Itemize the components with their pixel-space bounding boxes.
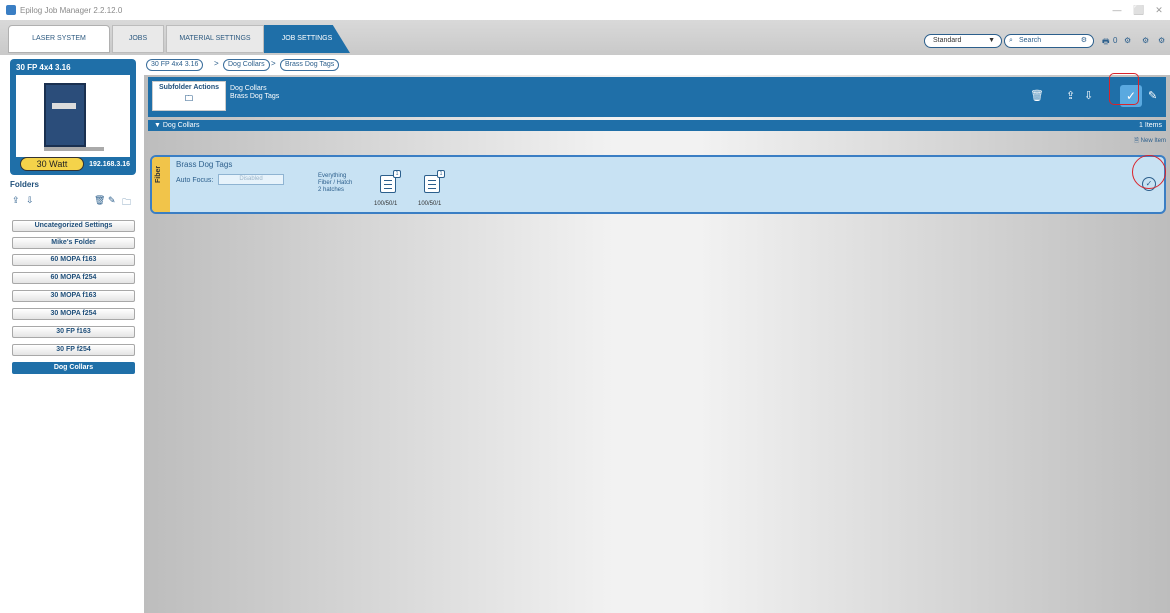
mode-select[interactable]: Standard ▼ (924, 34, 1002, 48)
folder-uncategorized[interactable]: Uncategorized Settings (12, 220, 135, 232)
settings-icon[interactable]: ⚙ (1124, 36, 1131, 45)
pass-number: 1 (393, 170, 401, 178)
breadcrumb-folder[interactable]: Dog Collars (223, 59, 270, 71)
wattage-badge: 30 Watt (20, 157, 84, 171)
hatch-pass-icon[interactable]: 1 (424, 170, 445, 193)
folder-dog-collars[interactable]: Dog Collars (12, 362, 135, 374)
breadcrumb-separator: > (214, 59, 219, 68)
machine-name: 30 FP 4x4 3.16 (16, 63, 71, 72)
auto-focus-label: Auto Focus: (176, 177, 214, 184)
queue-count: 0 (1113, 36, 1118, 45)
trash-icon[interactable]: 🗑 (94, 195, 105, 206)
tab-job-settings[interactable]: JOB SETTINGS (264, 25, 350, 53)
download-icon[interactable]: ⇩ (1084, 89, 1093, 102)
machine-ip: 192.168.3.16 (89, 161, 130, 168)
upload-icon[interactable]: ⇪ (12, 195, 20, 206)
mode-select-value: Standard (933, 37, 962, 44)
minimize-button[interactable]: — (1110, 3, 1124, 17)
edit-icon[interactable]: ✎ (1148, 89, 1157, 102)
sidebar: 30 FP 4x4 3.16 30 Watt ◉ 192.168.3.16 Fo… (0, 55, 144, 613)
edit-icon[interactable]: ✎ (108, 195, 116, 206)
folder-30-mopa-f163[interactable]: 30 MOPA f163 (12, 290, 135, 302)
auto-focus-field[interactable]: Disabled (218, 174, 284, 185)
current-item: Brass Dog Tags (230, 93, 280, 100)
action-bar: Subfolder Actions 🗀 Dog Collars Brass Do… (148, 77, 1166, 117)
current-folder: Dog Collars (230, 85, 267, 92)
setting-item-card[interactable]: Fiber Brass Dog Tags Auto Focus: Disable… (150, 155, 1166, 214)
chevron-down-icon: ▼ (988, 37, 995, 44)
subfolder-actions-button[interactable]: Subfolder Actions 🗀 (152, 81, 226, 111)
folder-30-fp-f254[interactable]: 30 FP f254 (12, 344, 135, 356)
camera-icon[interactable]: ◉ (108, 142, 122, 155)
folder-60-mopa-f163[interactable]: 60 MOPA f163 (12, 254, 135, 266)
machine-card[interactable]: 30 FP 4x4 3.16 30 Watt ◉ 192.168.3.16 (10, 59, 136, 175)
app-icon (6, 5, 16, 15)
close-button[interactable]: ✕ (1152, 3, 1166, 17)
laser-machine-icon (44, 83, 104, 151)
printer-icon[interactable]: 🖶 (1102, 36, 1110, 50)
highlight-ring (1132, 155, 1166, 189)
process-type-label: Fiber (155, 165, 162, 183)
hatch-pass-icon[interactable]: 1 (380, 170, 401, 193)
pass-value: 100/50/1 (374, 201, 398, 207)
folder-mikes[interactable]: Mike's Folder (12, 237, 135, 249)
tab-laser-system[interactable]: LASER SYSTEM (8, 25, 110, 53)
breadcrumb-separator: > (271, 59, 276, 68)
process-summary: Everything Fiber / Hatch 2 hatches (318, 173, 352, 194)
new-item-label: New Item (1140, 138, 1166, 144)
subfolder-actions-label: Subfolder Actions (158, 84, 220, 91)
group-item-count: 1 Items (1139, 122, 1162, 129)
process-type-tag: Fiber (152, 157, 170, 212)
tab-bar: LASER SYSTEM JOBS MATERIAL SETTINGS JOB … (0, 20, 1170, 55)
breadcrumb-machine[interactable]: 30 FP 4x4 3.16 (146, 59, 204, 71)
search-placeholder: Search (1019, 37, 1042, 44)
folder-60-mopa-f254[interactable]: 60 MOPA f254 (12, 272, 135, 284)
search-icon: ⌕ (1009, 37, 1013, 44)
breadcrumb-item[interactable]: Brass Dog Tags (280, 59, 340, 71)
tab-jobs[interactable]: JOBS (112, 25, 164, 53)
search-input[interactable]: ⌕ Search ⚙ (1004, 34, 1094, 48)
upload-icon[interactable]: ⇪ (1066, 89, 1075, 102)
maximize-button[interactable]: ⬜ (1132, 3, 1146, 17)
item-title: Brass Dog Tags (176, 160, 233, 169)
search-options-icon[interactable]: ⚙ (1081, 35, 1087, 47)
folder-icon: 🗀 (185, 94, 193, 103)
new-item-button[interactable]: 🗎 New Item (1134, 136, 1166, 146)
window-title: Epilog Job Manager 2.2.12.0 (20, 5, 123, 15)
help-icon[interactable]: ⚙ (1158, 36, 1165, 45)
breadcrumb: 30 FP 4x4 3.16 > Dog Collars > Brass Dog… (144, 55, 1170, 75)
process-hatches: 2 hatches (318, 187, 345, 193)
process-scope: Everything (318, 173, 347, 179)
group-header[interactable]: ▼ Dog Collars 1 Items (148, 120, 1166, 131)
group-title: ▼ Dog Collars (154, 122, 200, 129)
download-icon[interactable]: ⇩ (26, 195, 34, 206)
process-type: Fiber / Hatch (318, 180, 353, 186)
current-folder-path: Dog Collars Brass Dog Tags (230, 85, 279, 101)
folders-heading: Folders (10, 180, 39, 189)
tab-material-settings[interactable]: MATERIAL SETTINGS (166, 25, 264, 53)
folder-30-fp-f163[interactable]: 30 FP f163 (12, 326, 135, 338)
folder-30-mopa-f254[interactable]: 30 MOPA f254 (12, 308, 135, 320)
gear-icon[interactable]: ⚙ (1142, 36, 1149, 45)
pass-number: 1 (437, 170, 445, 178)
main-panel: 30 FP 4x4 3.16 > Dog Collars > Brass Dog… (144, 55, 1170, 613)
trash-icon[interactable]: 🗑 (1030, 89, 1044, 102)
folder-add-icon[interactable]: 🗀 (122, 195, 131, 211)
pass-value: 100/50/1 (418, 201, 442, 207)
window-titlebar: Epilog Job Manager 2.2.12.0 — ⬜ ✕ (0, 0, 1170, 20)
highlight-ring (1109, 73, 1139, 105)
